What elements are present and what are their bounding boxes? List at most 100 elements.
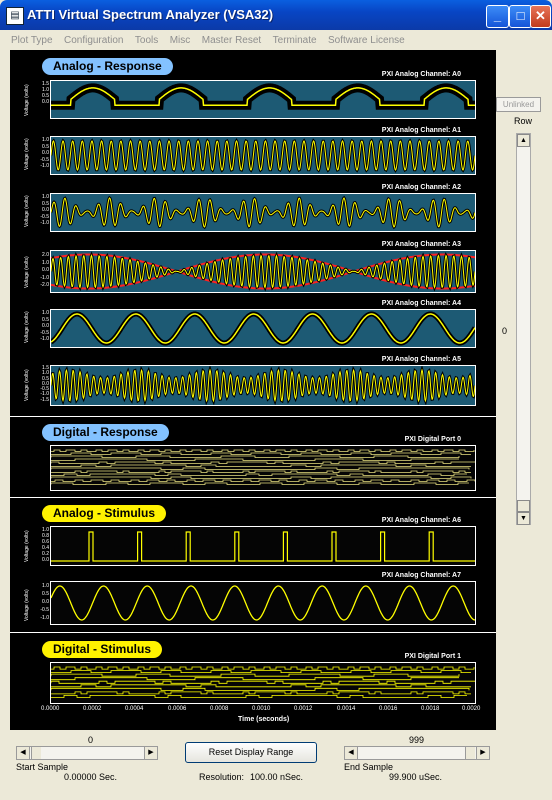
channel-a7-label: PXI Analog Channel: A7 (381, 572, 461, 579)
digital-trace (51, 461, 475, 464)
plot-d1[interactable] (50, 662, 476, 704)
digital-trace (51, 476, 472, 479)
end-sample-label: End Sample (344, 762, 394, 772)
y-axis-label: Voltage (volts) (24, 84, 30, 116)
reset-display-range-button[interactable]: Reset Display Range (185, 742, 317, 763)
scroll-thumb[interactable] (517, 500, 530, 512)
start-sample-label: Start Sample (16, 762, 69, 772)
scroll-thumb[interactable] (31, 747, 41, 759)
y-axis-label: Voltage (volts) (24, 530, 30, 562)
plot-d0[interactable] (50, 445, 476, 491)
scroll-left-arrow-icon[interactable]: ◀ (345, 747, 358, 759)
row-scrollbar[interactable]: ▲ ▼ (516, 133, 531, 525)
digital-trace (51, 673, 460, 677)
y-axis-label: Voltage (volts) (24, 369, 30, 401)
channel-a3-label: PXI Analog Channel: A3 (381, 241, 461, 248)
digital-trace (51, 687, 470, 691)
digital-trace (51, 455, 460, 458)
plot-a5[interactable] (50, 365, 476, 406)
unlinked-button[interactable]: Unlinked (496, 97, 541, 112)
y-axis-label: Voltage (volts) (24, 195, 30, 227)
section-digital-stimulus: Digital - Stimulus (42, 641, 163, 658)
scroll-left-arrow-icon[interactable]: ◀ (17, 747, 30, 759)
plot-a4[interactable] (50, 309, 476, 348)
tick-labels-a4: 1.0 0.5 0.0 -0.5 -1.0 (40, 310, 49, 342)
start-sample-value: 0 (88, 735, 94, 745)
y-axis-label: Voltage (volts) (24, 311, 30, 343)
x-tick-label: 0.0020 (462, 706, 481, 712)
plot-a6[interactable] (50, 526, 476, 566)
y-axis-label: Voltage (volts) (24, 138, 30, 170)
minimize-button[interactable]: _ (486, 5, 509, 28)
row-label: Row (514, 116, 533, 126)
close-button[interactable]: ✕ (530, 5, 551, 28)
digital-trace (51, 677, 459, 681)
tick-labels-a3: 2.0 1.0 0.0 -1.0 -2.0 (40, 252, 49, 288)
x-tick-label: 0.0010 (252, 706, 271, 712)
channel-d0-label: PXI Digital Port 0 (404, 436, 461, 443)
menu-software-license[interactable]: Software License (328, 32, 405, 50)
menu-configuration[interactable]: Configuration (64, 32, 123, 50)
channel-a6-label: PXI Analog Channel: A6 (381, 517, 461, 524)
tick-labels-a7: 1.0 0.5 0.0 -0.5 -1.0 (40, 583, 49, 621)
app-icon: ▤ (6, 7, 24, 25)
plot-a1[interactable] (50, 136, 476, 175)
bottom-controls: 0 ◀ ▶ Reset Display Range 999 ◀ ▶ Start … (0, 732, 552, 800)
scroll-right-arrow-icon[interactable]: ▶ (476, 747, 489, 759)
tick-labels-a5: 1.5 1.0 0.5 0.0 -0.5 -1.0 -1.5 (40, 365, 49, 403)
channel-a1-label: PXI Analog Channel: A1 (381, 127, 461, 134)
channel-a5-label: PXI Analog Channel: A5 (381, 356, 461, 363)
x-tick-label: 0.0014 (337, 706, 356, 712)
plot-a3[interactable] (50, 250, 476, 293)
scroll-right-arrow-icon[interactable]: ▶ (144, 747, 157, 759)
y-axis-label: Voltage (volts) (24, 256, 30, 288)
digital-trace (51, 680, 475, 684)
section-digital-response: Digital - Response (42, 424, 169, 441)
x-tick-label: 0.0008 (210, 706, 229, 712)
channel-a2-label: PXI Analog Channel: A2 (381, 184, 461, 191)
section-divider (10, 497, 496, 498)
digital-trace (51, 684, 471, 688)
x-tick-label: 0.0006 (168, 706, 187, 712)
digital-trace (51, 470, 471, 473)
menu-master-reset[interactable]: Master Reset (202, 32, 261, 50)
resolution-value: 100.00 nSec. (250, 772, 304, 782)
digital-trace (51, 670, 471, 674)
x-tick-label: 0.0012 (294, 706, 313, 712)
start-sample-scrollbar[interactable]: ◀ ▶ (16, 746, 158, 760)
digital-trace (51, 464, 471, 467)
waveform-trace (51, 585, 475, 621)
digital-trace (51, 691, 471, 695)
digital-trace (51, 695, 467, 698)
x-tick-label: 0.0018 (421, 706, 440, 712)
x-tick-label: 0.0004 (125, 706, 144, 712)
plot-a2[interactable] (50, 193, 476, 232)
end-sample-value: 999 (409, 735, 425, 745)
digital-trace (51, 482, 469, 485)
digital-trace (51, 449, 475, 452)
menu-terminate[interactable]: Terminate (273, 32, 317, 50)
scroll-thumb[interactable] (465, 747, 475, 759)
tick-labels-a0: 1.5 1.0 0.5 0.0 (42, 81, 49, 105)
maximize-button[interactable]: □ (509, 5, 532, 28)
tick-labels-a1: 1.0 0.5 0.0 -0.5 -1.0 (40, 137, 49, 169)
plot-a0[interactable] (50, 80, 476, 119)
plot-a7[interactable] (50, 581, 476, 625)
scroll-down-arrow-icon[interactable]: ▼ (517, 512, 530, 525)
menu-misc[interactable]: Misc (170, 32, 191, 50)
section-analog-stimulus: Analog - Stimulus (42, 505, 166, 522)
title-bar: ▤ ATTI Virtual Spectrum Analyzer (VSA32)… (0, 0, 552, 30)
row-value: 0 (502, 326, 508, 336)
x-tick-label: 0.0016 (379, 706, 398, 712)
channel-a4-label: PXI Analog Channel: A4 (381, 300, 461, 307)
channel-d1-label: PXI Digital Port 1 (404, 653, 461, 660)
menu-tools[interactable]: Tools (135, 32, 158, 50)
end-sample-scrollbar[interactable]: ◀ ▶ (344, 746, 490, 760)
digital-trace (51, 666, 475, 670)
section-analog-response: Analog - Response (42, 58, 173, 75)
section-divider (10, 632, 496, 633)
menu-plot-type[interactable]: Plot Type (11, 32, 53, 50)
x-tick-label: 0.0002 (83, 706, 102, 712)
scroll-up-arrow-icon[interactable]: ▲ (517, 134, 530, 147)
window-title: ATTI Virtual Spectrum Analyzer (VSA32) (27, 7, 274, 22)
